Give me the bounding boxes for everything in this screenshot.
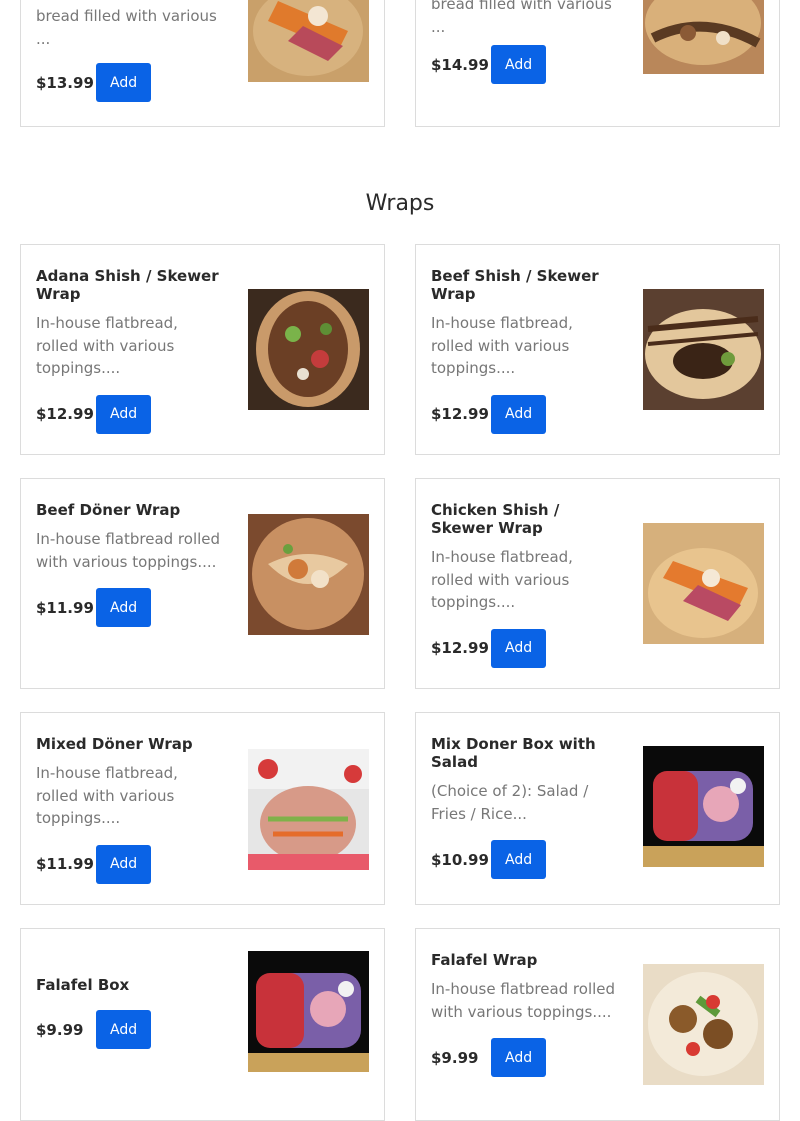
item-photo: [643, 523, 764, 644]
menu-item-card[interactable]: Chicken Shish / Skewer Wrap In-house fla…: [415, 478, 780, 689]
add-button[interactable]: Add: [491, 394, 547, 434]
menu-item-card[interactable]: Mix Doner Box with Salad (Choice of 2): …: [415, 712, 780, 905]
add-button[interactable]: Add: [491, 1038, 547, 1077]
menu-item-card[interactable]: Falafel Box $9.99 Add: [20, 928, 385, 1121]
add-button[interactable]: Add: [96, 588, 152, 627]
item-price: $9.99: [36, 1020, 84, 1039]
item-description: In-house flatbread, rolled with various …: [431, 314, 573, 377]
item-photo: [643, 964, 764, 1085]
item-name: Falafel Wrap: [431, 951, 538, 969]
item-description: In-house flatbread, rolled with various …: [36, 764, 178, 827]
item-photo: [643, 0, 764, 74]
menu-item-card[interactable]: Beef Shish / Skewer Wrap In-house flatbr…: [415, 244, 780, 455]
item-price: $14.99: [431, 55, 489, 74]
item-price: $13.99: [36, 73, 94, 92]
item-name: Beef Döner Wrap: [36, 501, 181, 519]
item-price: $12.99: [431, 639, 489, 657]
item-price: $9.99: [431, 1048, 479, 1067]
item-price: $12.99: [36, 405, 94, 423]
item-photo: [643, 289, 764, 410]
menu-item-card[interactable]: Mixed Döner Wrap In-house flatbread, rol…: [20, 712, 385, 905]
add-button[interactable]: Add: [491, 840, 547, 879]
add-button[interactable]: Add: [96, 394, 152, 434]
item-name: Adana Shish / Skewer Wrap: [36, 267, 219, 303]
item-description: In-house flatbread, rolled with various …: [36, 314, 178, 377]
item-price: $11.99: [36, 855, 94, 873]
add-button[interactable]: Add: [96, 1010, 152, 1049]
item-photo: [248, 951, 369, 1072]
menu-item-card[interactable]: Beef Döner Wrap In-house flatbread rolle…: [20, 478, 385, 689]
item-name: Falafel Box: [36, 976, 130, 994]
menu-item-card[interactable]: bread filled with various ... $13.99 Add: [20, 0, 385, 127]
item-description: bread filled with various: [431, 0, 612, 13]
item-name: Mix Doner Box with Salad: [431, 735, 596, 771]
item-description: (Choice of 2): Salad / Fries / Rice...: [431, 782, 589, 823]
add-button[interactable]: Add: [491, 45, 547, 84]
section-title: Wraps: [365, 191, 435, 216]
item-description: In-house flatbread rolled with various t…: [431, 980, 616, 1021]
menu-item-card[interactable]: bread filled with various ... $14.99 Add: [415, 0, 780, 127]
add-button[interactable]: Add: [96, 844, 152, 884]
item-name: Mixed Döner Wrap: [36, 735, 193, 753]
item-description-end: ...: [431, 17, 446, 36]
item-name: Beef Shish / Skewer Wrap: [431, 267, 599, 303]
item-photo: [643, 746, 764, 867]
add-button[interactable]: Add: [96, 63, 152, 102]
menu-item-card[interactable]: Adana Shish / Skewer Wrap In-house flatb…: [20, 244, 385, 455]
item-photo: [248, 514, 369, 635]
add-button[interactable]: Add: [491, 628, 547, 668]
item-description: In-house flatbread, rolled with various …: [431, 548, 573, 611]
item-photo: [248, 289, 369, 410]
item-price: $11.99: [36, 598, 94, 617]
item-photo: [248, 749, 369, 870]
item-price: $12.99: [431, 405, 489, 423]
item-description: In-house flatbread rolled with various t…: [36, 530, 221, 571]
item-name: Chicken Shish / Skewer Wrap: [431, 501, 560, 537]
item-description-end: ...: [36, 29, 51, 48]
item-description: bread filled with various: [36, 7, 217, 25]
item-photo: [248, 0, 369, 82]
item-price: $10.99: [431, 850, 489, 869]
menu-item-card[interactable]: Falafel Wrap In-house flatbread rolled w…: [415, 928, 780, 1121]
